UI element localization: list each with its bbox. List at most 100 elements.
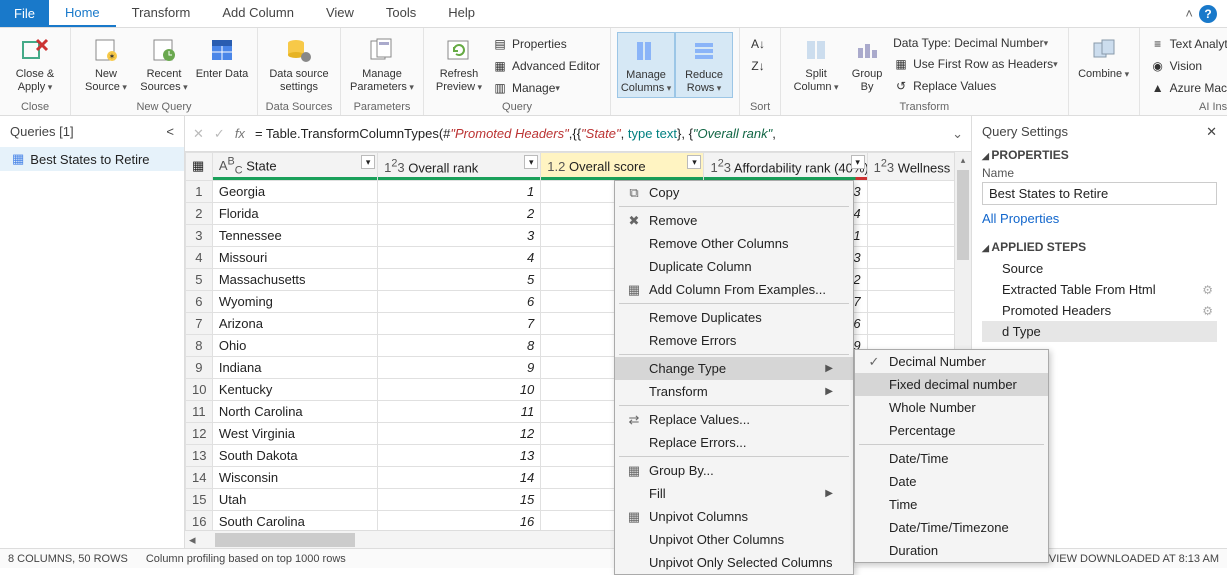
cell-rank[interactable]: 10: [378, 378, 541, 400]
tab-tools[interactable]: Tools: [370, 0, 432, 27]
properties-button[interactable]: ▤Properties: [488, 34, 604, 54]
data-type-button[interactable]: Data Type: Decimal Number: [889, 34, 1062, 52]
menu-item[interactable]: Replace Errors...: [615, 431, 853, 454]
file-menu[interactable]: File: [0, 0, 49, 27]
cell-rank[interactable]: 8: [378, 334, 541, 356]
expand-formula-icon[interactable]: ⌄: [952, 126, 963, 142]
refresh-preview-button[interactable]: Refresh Preview: [430, 32, 488, 96]
formula-input[interactable]: = Table.TransformColumnTypes(#"Promoted …: [255, 126, 942, 142]
col-filter-icon[interactable]: ▾: [361, 155, 375, 169]
cell-state[interactable]: Wisconsin: [212, 466, 377, 488]
menu-item[interactable]: Remove Errors: [615, 329, 853, 352]
cell-state[interactable]: Indiana: [212, 356, 377, 378]
cell-rank[interactable]: 16: [378, 510, 541, 530]
col-filter-icon[interactable]: ▾: [851, 155, 865, 169]
col-state[interactable]: ABC State▾: [212, 153, 377, 181]
query-item[interactable]: ▦Best States to Retire: [0, 147, 184, 171]
cell-rank[interactable]: 11: [378, 400, 541, 422]
cell-state[interactable]: Massachusetts: [212, 268, 377, 290]
all-properties-link[interactable]: All Properties: [982, 211, 1059, 226]
cell-state[interactable]: Georgia: [212, 180, 377, 202]
cell-state[interactable]: Wyoming: [212, 290, 377, 312]
gear-icon[interactable]: ⚙: [1202, 304, 1213, 318]
applied-step[interactable]: d Type: [982, 321, 1217, 342]
replace-values-button[interactable]: ↺Replace Values: [889, 76, 1062, 96]
cell-rank[interactable]: 15: [378, 488, 541, 510]
cell-rank[interactable]: 12: [378, 422, 541, 444]
sort-desc-button[interactable]: Z↓: [746, 56, 774, 76]
properties-section[interactable]: PROPERTIES: [982, 148, 1217, 162]
split-column-button[interactable]: Split Column: [787, 32, 845, 96]
first-row-headers-button[interactable]: ▦Use First Row as Headers: [889, 54, 1062, 74]
manage-button[interactable]: ▥Manage: [488, 78, 604, 98]
menu-item[interactable]: Fill▶: [615, 482, 853, 505]
menu-item[interactable]: Remove Duplicates: [615, 306, 853, 329]
close-settings-icon[interactable]: ✕: [1206, 124, 1217, 140]
help-icon[interactable]: ?: [1199, 5, 1217, 23]
cell-rank[interactable]: 13: [378, 444, 541, 466]
applied-step[interactable]: Source: [982, 258, 1217, 279]
cell-rank[interactable]: 3: [378, 224, 541, 246]
ribbon-collapse-icon[interactable]: ˄: [1185, 0, 1193, 27]
cancel-formula-icon[interactable]: ✕: [193, 126, 204, 142]
cell-state[interactable]: Kentucky: [212, 378, 377, 400]
reduce-rows-button[interactable]: Reduce Rows: [675, 32, 733, 98]
menu-item[interactable]: Duplicate Column: [615, 255, 853, 278]
tab-view[interactable]: View: [310, 0, 370, 27]
azure-ml-button[interactable]: ▲Azure Machine Learning: [1146, 78, 1227, 98]
cell-rank[interactable]: 5: [378, 268, 541, 290]
menu-item[interactable]: ✓Decimal Number: [855, 350, 1048, 373]
applied-step[interactable]: Extracted Table From Html⚙: [982, 279, 1217, 300]
applied-step[interactable]: Promoted Headers⚙: [982, 300, 1217, 321]
menu-item[interactable]: Unpivot Other Columns: [615, 528, 853, 551]
menu-item[interactable]: ▦Group By...: [615, 459, 853, 482]
group-by-button[interactable]: Group By: [845, 32, 889, 96]
gear-icon[interactable]: ⚙: [1202, 283, 1213, 297]
menu-item[interactable]: ▦Add Column From Examples...: [615, 278, 853, 301]
cell-state[interactable]: Utah: [212, 488, 377, 510]
cell-rank[interactable]: 14: [378, 466, 541, 488]
cell-state[interactable]: Ohio: [212, 334, 377, 356]
cell-state[interactable]: Tennessee: [212, 224, 377, 246]
advanced-editor-button[interactable]: ▦Advanced Editor: [488, 56, 604, 76]
menu-item[interactable]: Fixed decimal number: [855, 373, 1048, 396]
menu-item[interactable]: Duration: [855, 539, 1048, 562]
col-overall-rank[interactable]: 123 Overall rank▾: [378, 153, 541, 181]
name-input[interactable]: Best States to Retire: [982, 182, 1217, 205]
tab-home[interactable]: Home: [49, 0, 116, 27]
manage-parameters-button[interactable]: Manage Parameters: [347, 32, 417, 96]
menu-item[interactable]: Unpivot Only Selected Columns: [615, 551, 853, 574]
cell-rank[interactable]: 4: [378, 246, 541, 268]
combine-button[interactable]: Combine: [1075, 32, 1133, 83]
menu-item[interactable]: Date: [855, 470, 1048, 493]
cell-rank[interactable]: 9: [378, 356, 541, 378]
manage-columns-button[interactable]: Manage Columns: [617, 32, 675, 98]
cell-rank[interactable]: 6: [378, 290, 541, 312]
recent-sources-button[interactable]: Recent Sources: [135, 32, 193, 96]
vision-button[interactable]: ◉Vision: [1146, 56, 1227, 76]
menu-item[interactable]: Transform▶: [615, 380, 853, 403]
menu-item[interactable]: Change Type▶: [615, 357, 853, 380]
menu-item[interactable]: Date/Time: [855, 447, 1048, 470]
cell-state[interactable]: Arizona: [212, 312, 377, 334]
cell-state[interactable]: South Carolina: [212, 510, 377, 530]
data-source-settings-button[interactable]: Data source settings: [264, 32, 334, 96]
menu-item[interactable]: ⇄Replace Values...: [615, 408, 853, 431]
menu-item[interactable]: Date/Time/Timezone: [855, 516, 1048, 539]
sort-asc-button[interactable]: A↓: [746, 34, 774, 54]
cell-state[interactable]: West Virginia: [212, 422, 377, 444]
cell-rank[interactable]: 1: [378, 180, 541, 202]
cell-state[interactable]: Florida: [212, 202, 377, 224]
menu-item[interactable]: Whole Number: [855, 396, 1048, 419]
cell-rank[interactable]: 2: [378, 202, 541, 224]
col-filter-icon[interactable]: ▾: [524, 155, 538, 169]
col-overall-score[interactable]: 1.2 Overall score▾: [541, 153, 704, 181]
cell-rank[interactable]: 7: [378, 312, 541, 334]
cell-state[interactable]: North Carolina: [212, 400, 377, 422]
menu-item[interactable]: Time: [855, 493, 1048, 516]
text-analytics-button[interactable]: ≡Text Analytics: [1146, 34, 1227, 54]
cell-state[interactable]: South Dakota: [212, 444, 377, 466]
close-apply-button[interactable]: Close & Apply: [6, 32, 64, 96]
enter-data-button[interactable]: Enter Data: [193, 32, 251, 83]
tab-add-column[interactable]: Add Column: [206, 0, 310, 27]
